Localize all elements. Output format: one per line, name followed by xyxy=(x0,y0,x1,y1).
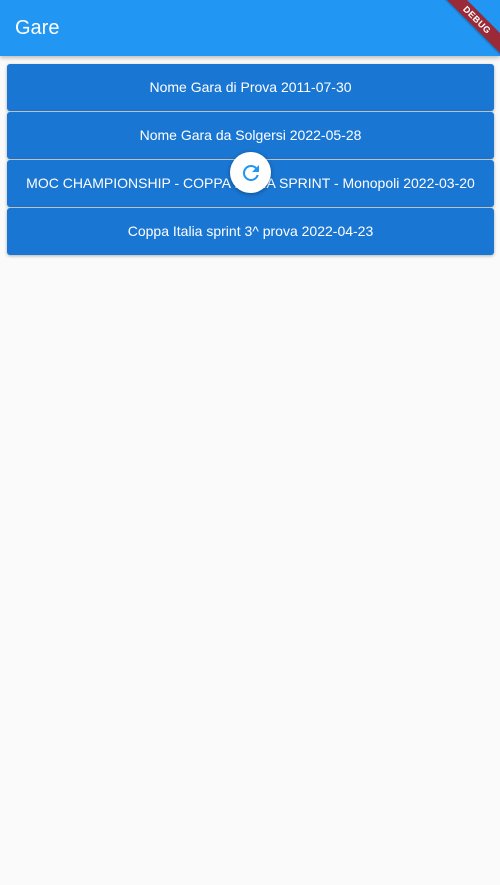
app-screen: Gare DEBUG Nome Gara di Prova 2011-07-30… xyxy=(0,0,500,885)
page-title: Gare xyxy=(15,17,60,39)
debug-banner-label: DEBUG xyxy=(440,0,500,57)
debug-banner: DEBUG xyxy=(440,0,500,60)
refresh-icon xyxy=(242,164,259,181)
race-button-4[interactable]: Coppa Italia sprint 3^ prova 2022-04-23 xyxy=(7,208,494,255)
pull-to-refresh-indicator xyxy=(230,152,271,193)
app-bar: Gare xyxy=(0,0,500,56)
race-button-1[interactable]: Nome Gara di Prova 2011-07-30 xyxy=(7,64,494,111)
